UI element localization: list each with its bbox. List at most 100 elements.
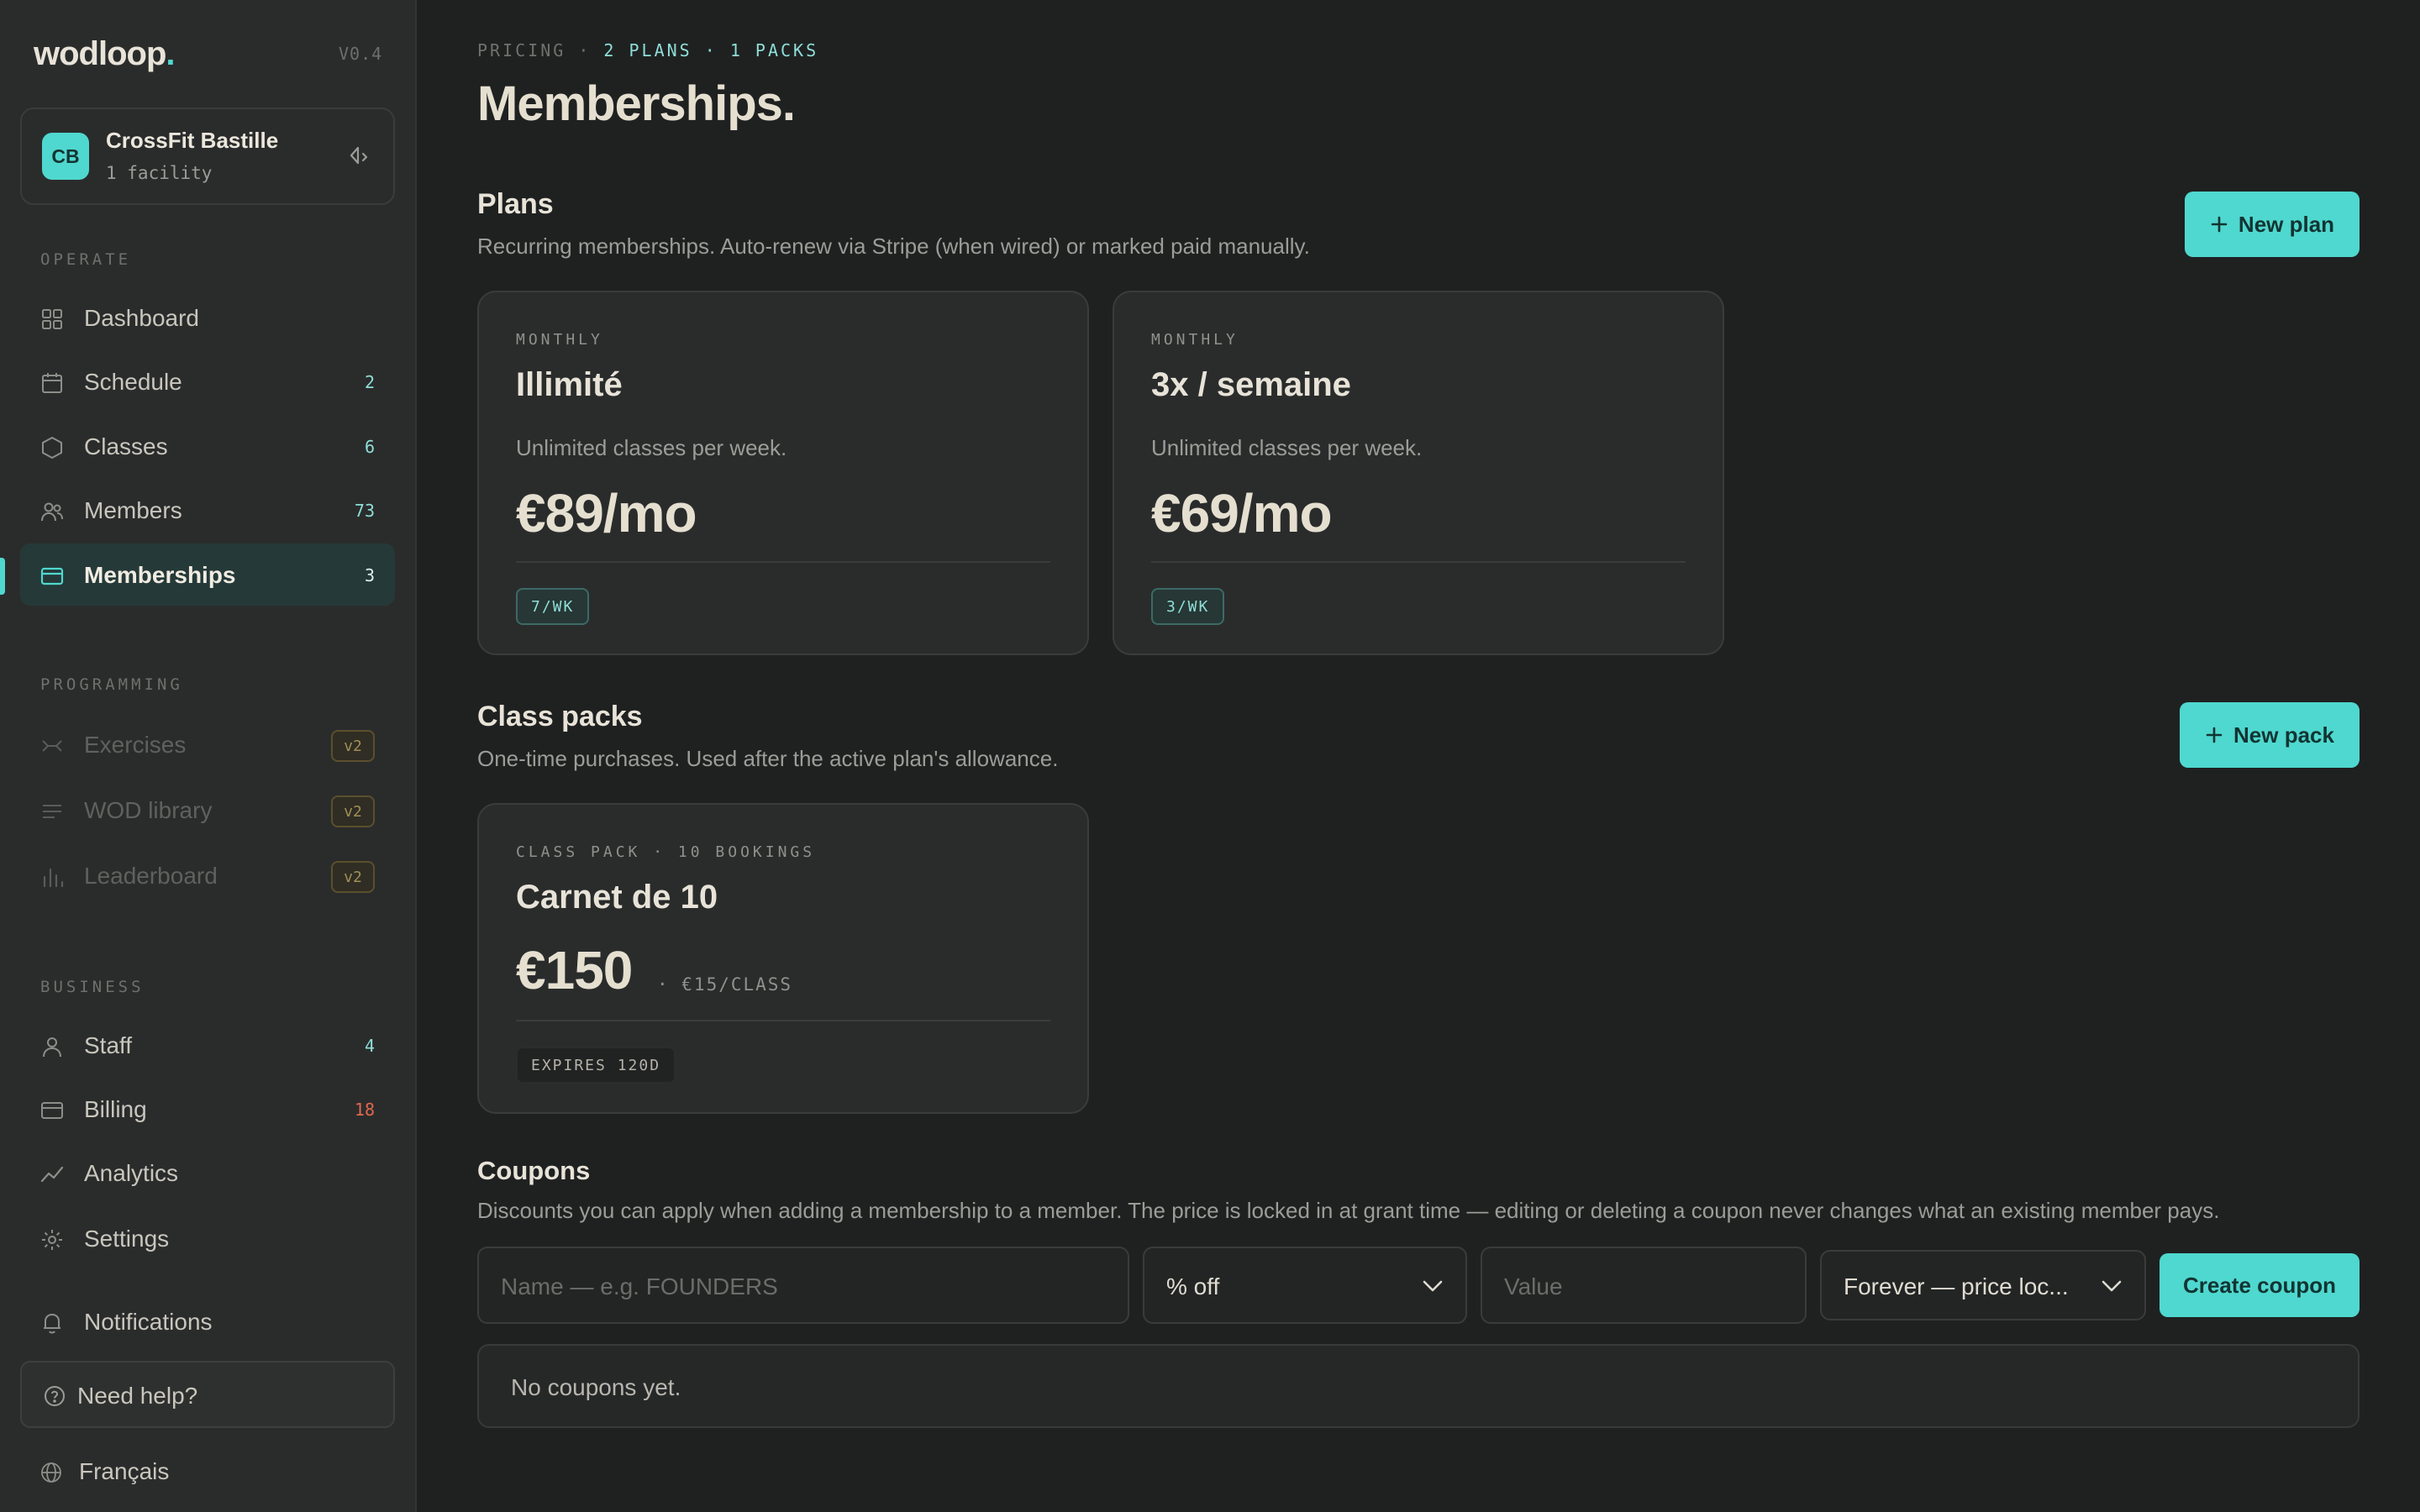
sidebar-item-leaderboard[interactable]: Leaderboard v2 bbox=[20, 844, 395, 906]
count-badge: 6 bbox=[364, 437, 375, 457]
create-coupon-label: Create coupon bbox=[2182, 1272, 2337, 1298]
card-icon bbox=[41, 1102, 63, 1119]
breadcrumb-summary: 2 PLANS · 1 PACKS bbox=[603, 40, 819, 60]
coupon-type-value: % off bbox=[1166, 1273, 1220, 1299]
sidebar-item-staff[interactable]: Staff 4 bbox=[20, 1014, 395, 1076]
plan-card[interactable]: MONTHLY 3x / semaine Unlimited classes p… bbox=[1113, 291, 1724, 655]
version-badge: v2 bbox=[331, 730, 375, 762]
sidebar-item-notifications[interactable]: Notifications bbox=[20, 1290, 395, 1352]
sidebar-item-exercises[interactable]: Exercises v2 bbox=[20, 713, 395, 775]
bell-icon bbox=[44, 1313, 60, 1334]
pack-card[interactable]: CLASS PACK · 10 BOOKINGS Carnet de 10 €1… bbox=[477, 803, 1089, 1114]
packs-title: Class packs bbox=[477, 701, 643, 732]
coupon-name-placeholder: Name — e.g. FOUNDERS bbox=[501, 1273, 778, 1299]
plan-description: Unlimited classes per week. bbox=[516, 435, 787, 460]
sidebar-item-label: Leaderboard bbox=[84, 863, 218, 889]
gear-icon bbox=[42, 1230, 62, 1250]
section-label-operate: OPERATE bbox=[40, 250, 132, 269]
org-subtitle: 1 facility bbox=[106, 163, 213, 183]
plus-icon bbox=[2206, 727, 2223, 743]
org-avatar: CB bbox=[42, 133, 89, 180]
empty-state-text: No coupons yet. bbox=[511, 1374, 681, 1400]
sidebar-item-label: Analytics bbox=[84, 1160, 179, 1186]
coupon-value-placeholder: Value bbox=[1504, 1273, 1563, 1299]
sidebar-item-dashboard[interactable]: Dashboard bbox=[20, 286, 395, 349]
sidebar-item-label: Settings bbox=[84, 1226, 170, 1252]
sidebar-item-settings[interactable]: Settings bbox=[20, 1207, 395, 1269]
card-divider bbox=[516, 1020, 1050, 1021]
new-pack-label: New pack bbox=[2233, 722, 2334, 748]
coupon-type-select[interactable]: % off bbox=[1143, 1247, 1467, 1324]
coupon-duration-value: Forever — price loc... bbox=[1844, 1273, 2069, 1299]
pack-price: €150 bbox=[516, 940, 633, 1000]
plans-description: Recurring memberships. Auto-renew via St… bbox=[477, 234, 1310, 259]
sidebar-item-wod-library[interactable]: WOD library v2 bbox=[20, 779, 395, 841]
plan-interval: MONTHLY bbox=[516, 331, 603, 349]
plan-description: Unlimited classes per week. bbox=[1151, 435, 1423, 460]
brand-logo[interactable]: wodloop. bbox=[34, 35, 176, 73]
grid-icon bbox=[42, 309, 62, 329]
help-circle-icon bbox=[45, 1386, 65, 1406]
coupon-value-input[interactable]: Value bbox=[1481, 1247, 1807, 1324]
org-name: CrossFit Bastille bbox=[106, 128, 279, 153]
sidebar-item-label: Staff bbox=[84, 1032, 133, 1058]
help-label: Need help? bbox=[77, 1383, 198, 1409]
breadcrumb: PRICING · 2 PLANS · 1 PACKS bbox=[477, 40, 818, 60]
collapse-sidebar-icon[interactable] bbox=[346, 143, 375, 168]
coupon-duration-select[interactable]: Forever — price loc... bbox=[1820, 1250, 2146, 1320]
bar-chart-icon bbox=[43, 868, 64, 888]
card-icon bbox=[40, 567, 64, 585]
new-plan-button[interactable]: New plan bbox=[2185, 192, 2360, 257]
sidebar-item-label: Schedule bbox=[84, 369, 182, 395]
plans-title: Plans bbox=[477, 188, 554, 220]
sidebar-item-classes[interactable]: Classes 6 bbox=[20, 415, 395, 477]
sidebar-item-label: Billing bbox=[84, 1096, 147, 1122]
org-switcher[interactable]: CB CrossFit Bastille 1 facility bbox=[20, 108, 395, 205]
sidebar-item-billing[interactable]: Billing 18 bbox=[20, 1078, 395, 1140]
language-label: Français bbox=[79, 1458, 170, 1484]
hexagon-icon bbox=[42, 436, 62, 459]
coupons-title: Coupons bbox=[477, 1156, 591, 1185]
pack-per-class: · €15/CLASS bbox=[657, 974, 793, 995]
count-badge: 2 bbox=[364, 372, 375, 392]
sidebar-item-label: Dashboard bbox=[84, 305, 199, 331]
count-badge: 3 bbox=[364, 565, 375, 585]
pack-expiry-tag: EXPIRES 120D bbox=[516, 1047, 676, 1084]
globe-icon bbox=[41, 1462, 61, 1483]
card-divider bbox=[516, 561, 1050, 563]
sidebar: wodloop. V0.4 CB CrossFit Bastille 1 fac… bbox=[0, 0, 417, 1512]
sidebar-item-analytics[interactable]: Analytics bbox=[20, 1142, 395, 1204]
create-coupon-button[interactable]: Create coupon bbox=[2160, 1253, 2360, 1317]
plan-card[interactable]: MONTHLY Illimité Unlimited classes per w… bbox=[477, 291, 1089, 655]
section-label-business: BUSINESS bbox=[40, 978, 145, 996]
card-divider bbox=[1151, 561, 1686, 563]
plus-icon bbox=[2211, 216, 2228, 233]
sidebar-item-schedule[interactable]: Schedule 2 bbox=[20, 350, 395, 412]
plan-frequency-tag: 7/WK bbox=[516, 588, 590, 625]
sidebar-item-label: Memberships bbox=[84, 562, 236, 588]
count-badge: 73 bbox=[354, 501, 375, 521]
count-badge: 4 bbox=[364, 1036, 375, 1056]
section-label-programming: PROGRAMMING bbox=[40, 675, 183, 694]
packs-description: One-time purchases. Used after the activ… bbox=[477, 746, 1059, 771]
version-badge: v2 bbox=[331, 795, 375, 827]
sidebar-item-label: Notifications bbox=[84, 1309, 213, 1335]
list-icon bbox=[43, 805, 61, 818]
pack-kicker: CLASS PACK · 10 BOOKINGS bbox=[516, 843, 816, 861]
dumbbell-icon bbox=[42, 740, 62, 752]
sidebar-item-label: Members bbox=[84, 497, 182, 523]
pack-name: Carnet de 10 bbox=[516, 879, 718, 916]
sidebar-item-label: WOD library bbox=[84, 797, 213, 823]
sidebar-item-members[interactable]: Members 73 bbox=[20, 479, 395, 541]
help-button[interactable]: Need help? bbox=[20, 1361, 395, 1428]
sidebar-item-label: Classes bbox=[84, 433, 168, 459]
plan-price: €69/mo bbox=[1151, 483, 1333, 543]
users-icon bbox=[41, 502, 63, 522]
new-pack-button[interactable]: New pack bbox=[2180, 702, 2360, 768]
plan-name: Illimité bbox=[516, 366, 623, 403]
sidebar-item-label: Exercises bbox=[84, 732, 187, 758]
sidebar-item-memberships[interactable]: Memberships 3 bbox=[20, 543, 395, 606]
chevron-down-icon bbox=[1423, 1280, 1443, 1292]
page-title: Memberships. bbox=[477, 76, 796, 131]
coupon-name-input[interactable]: Name — e.g. FOUNDERS bbox=[477, 1247, 1129, 1324]
